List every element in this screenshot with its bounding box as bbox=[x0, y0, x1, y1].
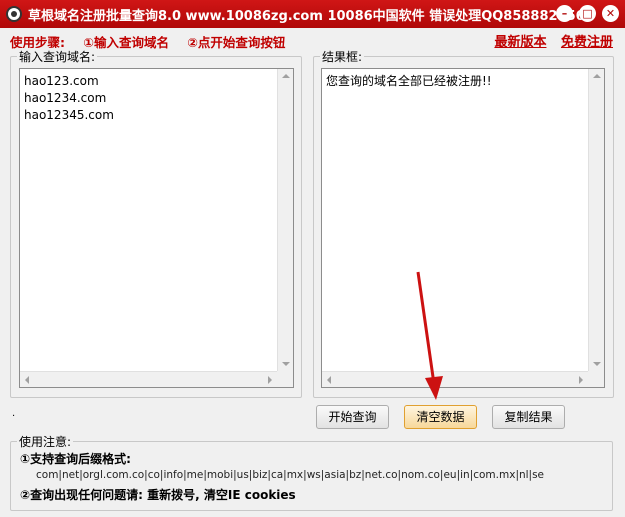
result-text: 您查询的域名全部已经被注册!! bbox=[326, 74, 492, 88]
domain-line: hao123.com bbox=[24, 74, 99, 88]
copy-result-button[interactable]: 复制结果 bbox=[492, 405, 565, 429]
maximize-button[interactable]: □ bbox=[579, 5, 596, 22]
scroll-right-icon[interactable] bbox=[268, 376, 272, 384]
scroll-left-icon[interactable] bbox=[327, 376, 331, 384]
horizontal-scrollbar[interactable] bbox=[322, 371, 588, 387]
note-troubleshoot: ②查询出现任何问题请: 重新拨号, 清空IE cookies bbox=[20, 488, 296, 502]
vertical-scrollbar[interactable] bbox=[588, 69, 604, 371]
domain-list: hao123.com hao1234.com hao12345.com bbox=[20, 69, 293, 128]
close-button[interactable]: ✕ bbox=[602, 5, 619, 22]
scroll-left-icon[interactable] bbox=[25, 376, 29, 384]
domain-line: hao12345.com bbox=[24, 108, 114, 122]
window-controls: – □ ✕ bbox=[556, 5, 619, 22]
domain-input-textarea[interactable]: hao123.com hao1234.com hao12345.com bbox=[19, 68, 294, 388]
step-2: ②点开始查询按钮 bbox=[187, 35, 286, 50]
input-group-label: 输入查询域名: bbox=[17, 48, 98, 65]
start-query-button[interactable]: 开始查询 bbox=[316, 405, 389, 429]
top-links: 最新版本 免费注册 bbox=[484, 31, 613, 50]
note-suffix-list: com|net|orgl.com.co|co|info|me|mobi|us|b… bbox=[36, 469, 545, 481]
minimize-button[interactable]: – bbox=[556, 5, 573, 22]
scroll-corner bbox=[588, 371, 604, 387]
app-icon bbox=[6, 6, 22, 22]
title-bar: 草根域名注册批量查询8.0 www.10086zg.com 10086中国软件 … bbox=[0, 0, 625, 28]
vertical-scrollbar[interactable] bbox=[277, 69, 293, 371]
domain-line: hao1234.com bbox=[24, 91, 107, 105]
scroll-down-icon[interactable] bbox=[593, 362, 601, 366]
scroll-right-icon[interactable] bbox=[579, 376, 583, 384]
note-suffix-title: ①支持查询后缀格式: bbox=[20, 452, 131, 466]
result-textarea[interactable]: 您查询的域名全部已经被注册!! bbox=[321, 68, 605, 388]
clear-data-button[interactable]: 清空数据 bbox=[404, 405, 477, 429]
free-register-link[interactable]: 免费注册 bbox=[561, 35, 613, 50]
status-dot: . bbox=[12, 408, 16, 419]
scroll-corner bbox=[277, 371, 293, 387]
scroll-up-icon[interactable] bbox=[282, 74, 290, 78]
notes-label: 使用注意: bbox=[17, 433, 74, 450]
scroll-down-icon[interactable] bbox=[282, 362, 290, 366]
scroll-up-icon[interactable] bbox=[593, 74, 601, 78]
horizontal-scrollbar[interactable] bbox=[20, 371, 277, 387]
result-group-label: 结果框: bbox=[320, 48, 365, 65]
window-title: 草根域名注册批量查询8.0 www.10086zg.com 10086中国软件 … bbox=[28, 8, 585, 24]
latest-version-link[interactable]: 最新版本 bbox=[494, 35, 546, 50]
